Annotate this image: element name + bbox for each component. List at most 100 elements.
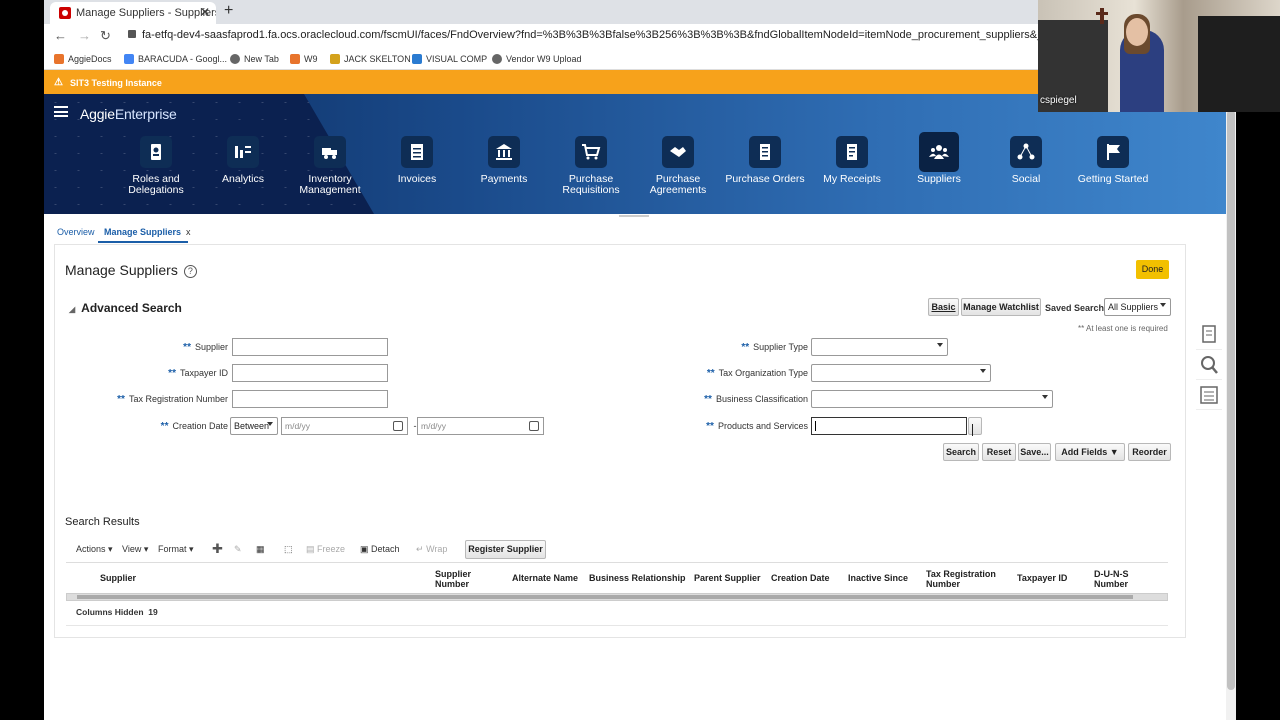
supplier-input[interactable] (232, 338, 388, 356)
save-button[interactable]: Save... (1018, 443, 1051, 461)
nav-suppliers[interactable]: Suppliers (896, 132, 982, 185)
dropdown-arrow-icon: ▼ (1109, 447, 1119, 457)
chevron-down-icon (1160, 303, 1166, 307)
divider (66, 625, 1168, 626)
add-fields-button[interactable]: Add Fields ▼ (1055, 443, 1125, 461)
products-services-input[interactable] (811, 417, 967, 435)
back-icon[interactable]: ← (54, 28, 67, 43)
advanced-search-header[interactable]: ◢ Advanced Search (69, 301, 182, 315)
column-header-creation-date[interactable]: Creation Date (771, 573, 830, 583)
column-header-inactive-since[interactable]: Inactive Since (848, 573, 908, 583)
nav-label: Suppliers (917, 173, 961, 185)
nav-invoices[interactable]: Invoices (374, 136, 460, 185)
chevron-down-icon (267, 422, 273, 426)
creation-date-from-input[interactable]: m/d/yy (281, 417, 408, 435)
nav-roles-delegations[interactable]: Roles and Delegations (113, 136, 199, 196)
chevron-down-icon (937, 343, 943, 347)
scrollbar-thumb[interactable] (77, 595, 1133, 599)
document-icon[interactable] (1196, 320, 1222, 350)
view-menu[interactable]: View ▾ (122, 544, 148, 555)
page-title-text: Manage Suppliers (65, 262, 178, 278)
reset-button[interactable]: Reset (982, 443, 1016, 461)
column-header-supplier-number[interactable]: Supplier Number (435, 569, 471, 589)
forward-icon[interactable]: → (78, 28, 91, 43)
nav-inventory-management[interactable]: Inventory Management (287, 136, 373, 196)
add-row-icon[interactable]: ✚ (212, 541, 223, 557)
nav-purchase-orders[interactable]: Purchase Orders (722, 136, 808, 185)
calendar-icon[interactable] (393, 421, 403, 431)
page-scrollbar[interactable] (1226, 94, 1236, 720)
done-button[interactable]: Done (1136, 260, 1169, 279)
tax-organization-type-select[interactable] (811, 364, 991, 382)
format-menu[interactable]: Format ▾ (158, 544, 194, 555)
wrap-button[interactable]: ↵ Wrap (416, 544, 447, 555)
nav-purchase-requisitions[interactable]: Purchase Requisitions (548, 136, 634, 196)
reload-icon[interactable]: ↻ (100, 28, 111, 44)
column-header-supplier[interactable]: Supplier (100, 573, 136, 583)
taxpayer-id-input[interactable] (232, 364, 388, 382)
close-tab-icon[interactable]: x (186, 227, 191, 237)
horizontal-scrollbar[interactable] (66, 593, 1168, 601)
columns-hidden-status: Columns Hidden 19 (76, 607, 158, 617)
basic-button[interactable]: Basic (928, 298, 959, 316)
bookmark-vendor-w9[interactable]: Vendor W9 Upload (492, 54, 582, 64)
column-header-alternate-name[interactable]: Alternate Name (512, 573, 578, 583)
splitter-handle[interactable] (619, 215, 649, 217)
calendar-icon[interactable] (529, 421, 539, 431)
nav-payments[interactable]: Payments (461, 136, 547, 185)
columns-icon[interactable]: ▦ (256, 544, 265, 555)
search-button[interactable]: Search (943, 443, 979, 461)
tab-manage-suppliers[interactable]: Manage Suppliers x (104, 227, 191, 237)
edit-icon[interactable]: ✎ (234, 544, 242, 555)
detach-button[interactable]: ▣ Detach (360, 544, 400, 555)
search-icon[interactable] (1196, 350, 1222, 380)
browser-tab[interactable]: Manage Suppliers - Suppliers - O ✕ (50, 2, 216, 24)
tab-label: Manage Suppliers (104, 227, 182, 237)
reorder-button[interactable]: Reorder (1128, 443, 1171, 461)
url-field[interactable]: fa-etfq-dev4-saasfaprod1.fa.ocs.oraclecl… (128, 29, 1148, 41)
actions-menu[interactable]: Actions ▾ (76, 544, 113, 555)
manage-watchlist-button[interactable]: Manage Watchlist (961, 298, 1041, 316)
collapse-triangle-icon[interactable]: ◢ (69, 305, 75, 314)
freeze-button[interactable]: ▤ Freeze (306, 544, 345, 555)
new-tab-icon[interactable]: + (224, 2, 233, 20)
bookmark-icon (290, 54, 300, 64)
bookmark-label: AggieDocs (68, 54, 112, 64)
date-placeholder: m/d/yy (421, 421, 447, 431)
tab-overview[interactable]: Overview (57, 227, 95, 237)
saved-search-select[interactable]: All Suppliers (1104, 298, 1171, 316)
tax-registration-input[interactable] (232, 390, 388, 408)
bookmark-w9[interactable]: W9 (290, 54, 318, 64)
column-header-duns-number[interactable]: D-U-N-S Number (1094, 569, 1129, 589)
status-label: Columns Hidden (76, 607, 144, 617)
brand-logo[interactable]: AggieEnterprise (80, 106, 177, 122)
required-marker: ** (160, 421, 169, 432)
supplier-type-select[interactable] (811, 338, 948, 356)
bookmark-jack-skelton[interactable]: JACK SKELTON (330, 54, 411, 64)
nav-analytics[interactable]: Analytics (200, 136, 286, 185)
nav-label: Delegations (128, 184, 184, 196)
bookmark-baracuda[interactable]: BARACUDA - Googl... (124, 54, 227, 64)
nav-my-receipts[interactable]: My Receipts (809, 136, 895, 185)
nav-purchase-agreements[interactable]: Purchase Agreements (635, 136, 721, 196)
help-icon[interactable]: ? (183, 265, 197, 278)
nav-social[interactable]: Social (983, 136, 1069, 185)
creation-date-to-input[interactable]: m/d/yy (417, 417, 544, 435)
bookmark-newtab[interactable]: New Tab (230, 54, 279, 64)
business-classification-select[interactable] (811, 390, 1053, 408)
export-icon[interactable]: ⬚ (284, 544, 293, 555)
bookmark-visual-comp[interactable]: VISUAL COMP (412, 54, 487, 64)
column-header-tax-registration-number[interactable]: Tax Registration Number (926, 569, 996, 589)
scrollbar-thumb[interactable] (1227, 110, 1235, 690)
column-header-taxpayer-id[interactable]: Taxpayer ID (1017, 573, 1067, 583)
close-tab-icon[interactable]: ✕ (200, 5, 210, 19)
creation-date-operator-select[interactable]: Between (230, 417, 278, 435)
business-classification-label: ** Business Classification (644, 394, 808, 405)
column-header-parent-supplier[interactable]: Parent Supplier (694, 573, 761, 583)
nav-getting-started[interactable]: Getting Started (1070, 136, 1156, 185)
bookmark-aggiedocs[interactable]: AggieDocs (54, 54, 112, 64)
list-icon[interactable] (1196, 380, 1222, 410)
menu-icon[interactable] (54, 106, 68, 117)
register-supplier-button[interactable]: Register Supplier (465, 540, 546, 559)
column-header-business-relationship[interactable]: Business Relationship (589, 573, 686, 583)
